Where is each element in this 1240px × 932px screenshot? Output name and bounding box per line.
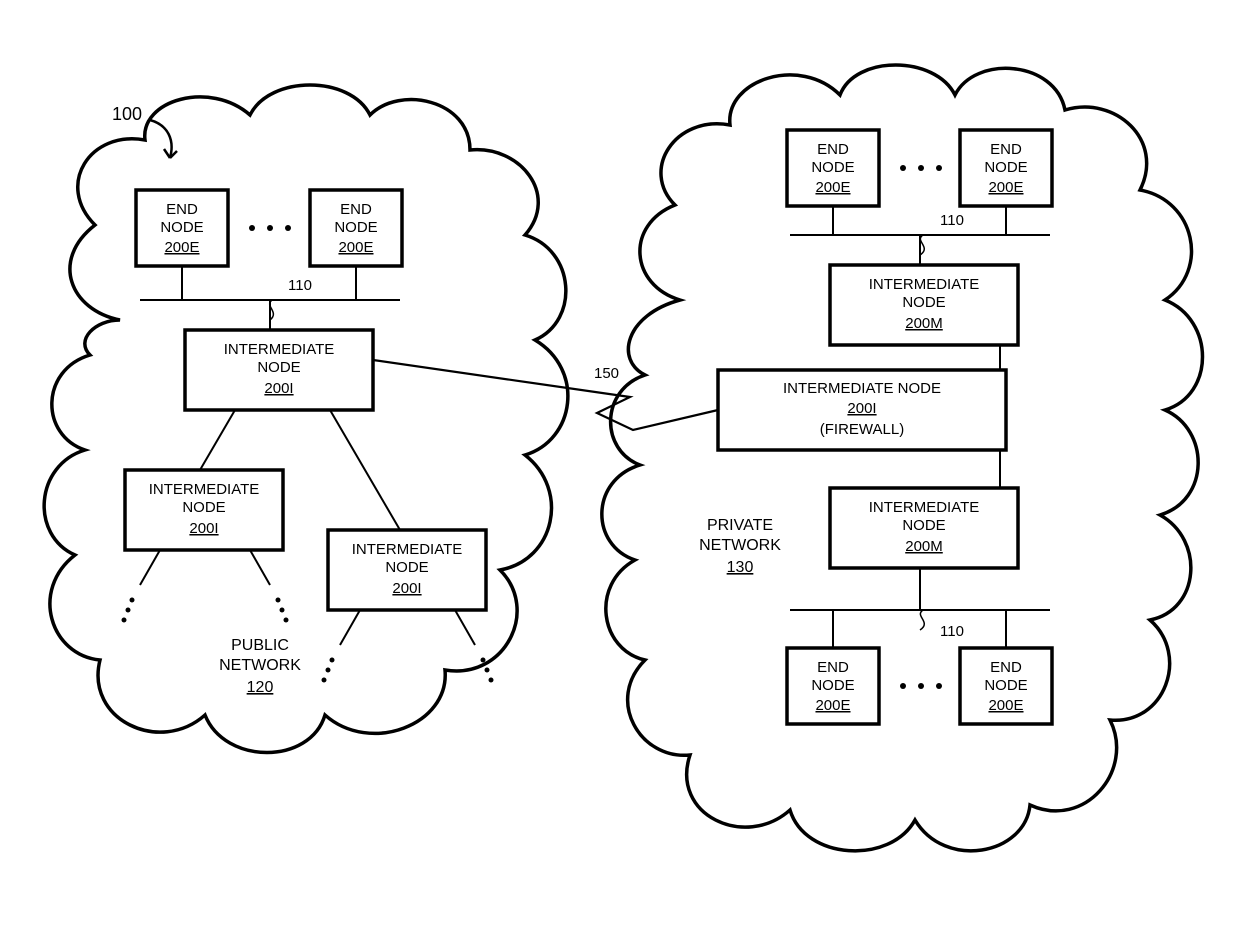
ellipsis-icon [122, 598, 289, 623]
public-end-node-1: END NODE 200E [136, 190, 228, 266]
svg-text:INTERMEDIATE: INTERMEDIATE [352, 541, 463, 558]
svg-text:100: 100 [112, 104, 142, 124]
svg-text:END: END [817, 141, 849, 158]
private-network-label: PRIVATE NETWORK 130 [699, 517, 781, 576]
svg-text:INTERMEDIATE: INTERMEDIATE [149, 481, 260, 498]
bus-label: 110 [940, 212, 964, 229]
wan-link: 150 [373, 360, 718, 430]
svg-text:INTERMEDIATE: INTERMEDIATE [869, 276, 980, 293]
private-end-node-1: END NODE 200E [787, 130, 879, 206]
svg-text:200E: 200E [988, 697, 1023, 714]
firewall-node: INTERMEDIATE NODE 200I (FIREWALL) [718, 370, 1006, 450]
svg-text:NODE: NODE [811, 159, 854, 176]
svg-text:NODE: NODE [984, 159, 1027, 176]
svg-text:END: END [340, 201, 372, 218]
private-intermediate-bot: INTERMEDIATE NODE 200M [830, 488, 1018, 568]
svg-text:200M: 200M [905, 538, 943, 555]
svg-text:200I: 200I [847, 400, 876, 417]
fanout-icon [340, 610, 475, 645]
svg-text:NODE: NODE [984, 677, 1027, 694]
svg-text:200M: 200M [905, 315, 943, 332]
svg-text:200E: 200E [815, 697, 850, 714]
svg-text:200I: 200I [189, 520, 218, 537]
svg-text:INTERMEDIATE NODE: INTERMEDIATE NODE [783, 380, 941, 397]
svg-text:200E: 200E [338, 239, 373, 256]
fanout-icon [140, 550, 270, 585]
svg-text:200E: 200E [815, 179, 850, 196]
public-intermediate-bl: INTERMEDIATE NODE 200I [125, 470, 283, 550]
svg-text:END: END [166, 201, 198, 218]
svg-text:NODE: NODE [902, 294, 945, 311]
private-end-node-3: END NODE 200E [787, 648, 879, 724]
private-intermediate-top: INTERMEDIATE NODE 200M [830, 265, 1018, 345]
svg-text:END: END [817, 659, 849, 676]
svg-text:NETWORK: NETWORK [219, 657, 301, 674]
bus-label: 110 [940, 623, 964, 640]
svg-text:(FIREWALL): (FIREWALL) [820, 421, 904, 438]
public-end-node-2: END NODE 200E [310, 190, 402, 266]
public-network-cloud [44, 85, 568, 753]
private-end-node-4: END NODE 200E [960, 648, 1052, 724]
public-network-label: PUBLIC NETWORK 120 [219, 637, 301, 696]
svg-text:130: 130 [727, 559, 754, 576]
svg-text:200I: 200I [392, 580, 421, 597]
svg-text:NODE: NODE [182, 499, 225, 516]
svg-text:200E: 200E [164, 239, 199, 256]
public-intermediate-br: INTERMEDIATE NODE 200I [328, 530, 486, 610]
svg-text:END: END [990, 659, 1022, 676]
private-network-cloud [602, 65, 1203, 851]
bus-label: 110 [288, 277, 312, 294]
svg-text:200E: 200E [988, 179, 1023, 196]
svg-text:PUBLIC: PUBLIC [231, 637, 289, 654]
public-intermediate-top: INTERMEDIATE NODE 200I [185, 330, 373, 410]
svg-text:END: END [990, 141, 1022, 158]
svg-text:NODE: NODE [385, 559, 428, 576]
svg-text:PRIVATE: PRIVATE [707, 517, 773, 534]
ellipsis-icon [900, 165, 942, 171]
svg-text:INTERMEDIATE: INTERMEDIATE [869, 499, 980, 516]
svg-text:120: 120 [247, 679, 274, 696]
svg-text:NODE: NODE [160, 219, 203, 236]
svg-text:NODE: NODE [334, 219, 377, 236]
svg-text:150: 150 [594, 365, 619, 382]
svg-text:NODE: NODE [257, 359, 300, 376]
ellipsis-icon [900, 683, 942, 689]
svg-text:NODE: NODE [811, 677, 854, 694]
ellipsis-icon [249, 225, 291, 231]
svg-text:NETWORK: NETWORK [699, 537, 781, 554]
private-end-node-2: END NODE 200E [960, 130, 1052, 206]
svg-text:200I: 200I [264, 380, 293, 397]
svg-text:INTERMEDIATE: INTERMEDIATE [224, 341, 335, 358]
svg-text:NODE: NODE [902, 517, 945, 534]
